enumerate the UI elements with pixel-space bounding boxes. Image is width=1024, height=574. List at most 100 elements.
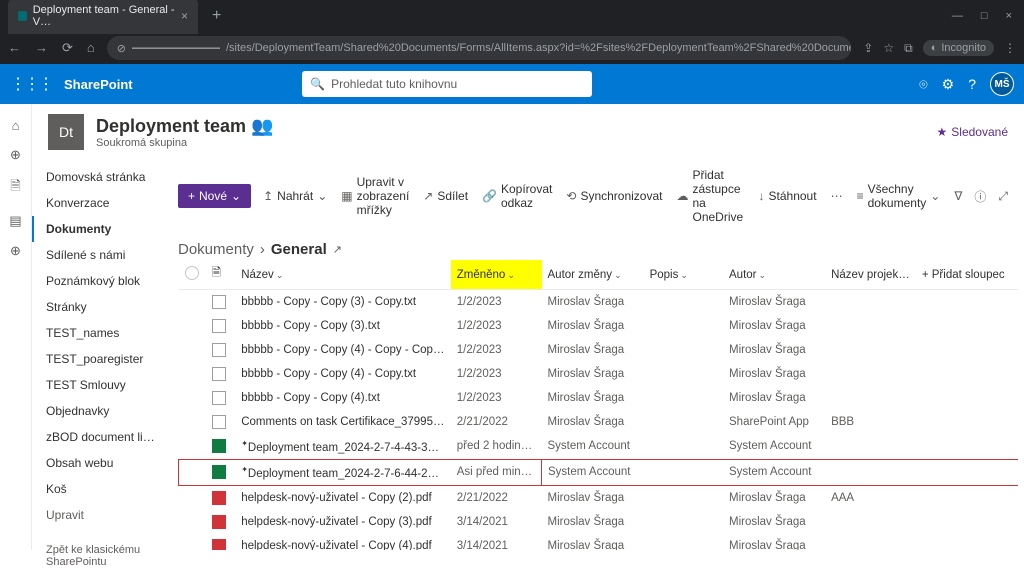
reload-icon[interactable]: ⟳ — [62, 40, 73, 56]
home-icon[interactable]: ⌂ — [87, 40, 95, 56]
col-type[interactable]: 🗎 — [206, 260, 235, 290]
globe-rail-icon[interactable]: ⊕ — [10, 147, 21, 163]
row-select[interactable] — [179, 534, 206, 550]
file-row[interactable]: bbbbb - Copy - Copy (4) - Copy.txt1/2/20… — [179, 362, 1019, 386]
file-name[interactable]: bbbbb - Copy - Copy (3).txt — [235, 314, 451, 338]
maximize-icon[interactable]: □ — [981, 10, 988, 22]
file-row[interactable]: Comments on task Certifikace_379954183.e… — [179, 410, 1019, 434]
expand-icon[interactable]: ⤢ — [998, 189, 1008, 204]
grid-edit-button[interactable]: ▦Upravit v zobrazení mřížky — [339, 171, 411, 221]
news-rail-icon[interactable]: ▤ — [9, 213, 21, 229]
user-avatar[interactable]: MŠ — [990, 72, 1014, 96]
file-row[interactable]: helpdesk-nový-uživatel - Copy (2).pdf2/2… — [179, 485, 1019, 510]
nav-item[interactable]: Obsah webu — [32, 450, 172, 476]
col-name[interactable]: Název⌄ — [235, 260, 451, 290]
close-window-icon[interactable]: × — [1006, 10, 1012, 22]
copy-link-button[interactable]: 🔗Kopírovat odkaz — [480, 178, 554, 214]
suite-search[interactable]: 🔍 Prohledat tuto knihovnu — [302, 71, 592, 97]
row-select[interactable] — [179, 510, 206, 534]
col-add[interactable]: + Přidat sloupec — [916, 260, 1018, 290]
upload-button[interactable]: ↥Nahrát⌄ — [261, 185, 329, 207]
home-rail-icon[interactable]: ⌂ — [12, 118, 20, 133]
col-project[interactable]: Název projektu⌄ — [825, 260, 916, 290]
address-bar[interactable]: ⊘ ———————— /sites/DeploymentTeam/Shared%… — [107, 36, 852, 60]
share-small-icon[interactable]: ↗ — [333, 243, 342, 256]
file-name[interactable]: bbbbb - Copy - Copy (3) - Copy.txt — [235, 290, 451, 315]
col-author[interactable]: Autor⌄ — [723, 260, 825, 290]
nav-edit[interactable]: Upravit — [32, 502, 172, 528]
breadcrumb-root[interactable]: Dokumenty — [178, 241, 254, 258]
site-logo[interactable]: Dt — [48, 114, 84, 150]
col-desc[interactable]: Popis⌄ — [644, 260, 723, 290]
download-button[interactable]: ↓Stáhnout — [757, 185, 819, 207]
suite-brand[interactable]: SharePoint — [64, 77, 133, 92]
row-select[interactable] — [179, 314, 206, 338]
info-icon[interactable]: ⓘ — [974, 188, 986, 205]
nav-item[interactable]: Dokumenty — [32, 216, 172, 242]
file-row[interactable]: bbbbb - Copy - Copy (3).txt1/2/2023Miros… — [179, 314, 1019, 338]
nav-item[interactable]: zBOD document library — [32, 424, 172, 450]
forward-icon[interactable]: → — [35, 40, 48, 56]
nav-item[interactable]: Konverzace — [32, 190, 172, 216]
share-button[interactable]: ↗Sdílet — [421, 185, 470, 207]
teams-chat-icon[interactable]: ⌾ — [919, 76, 927, 93]
row-select[interactable] — [179, 410, 206, 434]
minimize-icon[interactable]: — — [952, 10, 963, 22]
nav-item[interactable]: Koš — [32, 476, 172, 502]
nav-item[interactable]: Stránky — [32, 294, 172, 320]
back-icon[interactable]: ← — [8, 40, 21, 56]
row-select[interactable] — [179, 434, 206, 459]
file-name[interactable]: ✦Deployment team_2024-2-7-6-44-26_1.csv — [235, 459, 451, 485]
row-select[interactable] — [179, 290, 206, 315]
row-select[interactable] — [179, 386, 206, 410]
row-select[interactable] — [179, 485, 206, 510]
add-rail-icon[interactable]: ⊕ — [10, 243, 21, 259]
browser-tab[interactable]: Deployment team - General - V… × — [8, 0, 198, 34]
more-button[interactable]: ⋯ — [829, 185, 845, 207]
nav-item[interactable]: Domovská stránka — [32, 164, 172, 190]
nav-item[interactable]: TEST Smlouvy — [32, 372, 172, 398]
file-name[interactable]: bbbbb - Copy - Copy (4) - Copy - Copy.tx… — [235, 338, 451, 362]
close-tab-icon[interactable]: × — [181, 9, 188, 23]
teams-icon[interactable]: 👥 — [251, 116, 265, 130]
col-modified[interactable]: Změněno⌄ — [451, 260, 542, 290]
nav-classic-link[interactable]: Zpět ke klasickému SharePointu — [32, 538, 172, 574]
file-row[interactable]: helpdesk-nový-uživatel - Copy (4).pdf3/1… — [179, 534, 1019, 550]
row-select[interactable] — [179, 362, 206, 386]
site-title[interactable]: Deployment team — [96, 116, 246, 136]
new-button[interactable]: + Nové ⌄ — [178, 184, 251, 208]
files-rail-icon[interactable]: 🗎 — [10, 177, 20, 199]
file-name[interactable]: Comments on task Certifikace_379954183.e… — [235, 410, 451, 434]
view-selector[interactable]: ≡Všechny dokumenty⌄ — [855, 178, 943, 214]
file-name[interactable]: helpdesk-nový-uživatel - Copy (3).pdf — [235, 510, 451, 534]
help-icon[interactable]: ? — [968, 76, 976, 92]
file-name[interactable]: bbbbb - Copy - Copy (4).txt — [235, 386, 451, 410]
file-row[interactable]: helpdesk-nový-uživatel - Copy (3).pdf3/1… — [179, 510, 1019, 534]
nav-item[interactable]: TEST_names — [32, 320, 172, 346]
file-row[interactable]: bbbbb - Copy - Copy (4).txt1/2/2023Miros… — [179, 386, 1019, 410]
file-row[interactable]: ✦Deployment team_2024-2-7-6-44-26_1.csvA… — [179, 459, 1019, 485]
new-tab-button[interactable]: + — [204, 7, 229, 25]
file-row[interactable]: bbbbb - Copy - Copy (3) - Copy.txt1/2/20… — [179, 290, 1019, 315]
app-launcher-icon[interactable]: ⋮⋮⋮ — [10, 74, 52, 94]
file-name[interactable]: ✦Deployment team_2024-2-7-4-43-37_1.csv — [235, 434, 451, 459]
row-select[interactable] — [179, 338, 206, 362]
settings-gear-icon[interactable]: ⚙ — [942, 76, 955, 93]
filter-icon[interactable]: ∇ — [954, 189, 962, 203]
file-row[interactable]: ✦Deployment team_2024-2-7-4-43-37_1.csvp… — [179, 434, 1019, 459]
onedrive-shortcut-button[interactable]: ☁Přidat zástupce na OneDrive — [674, 164, 746, 228]
browser-menu-icon[interactable]: ⋮ — [1004, 41, 1016, 55]
extensions-icon[interactable]: ⧉ — [904, 41, 913, 56]
sync-button[interactable]: ⟲Synchronizovat — [564, 185, 664, 207]
col-modified-by[interactable]: Autor změny⌄ — [542, 260, 644, 290]
follow-button[interactable]: ★ Sledované — [937, 125, 1008, 139]
bookmark-icon[interactable]: ☆ — [883, 41, 894, 55]
nav-item[interactable]: Sdílené s námi — [32, 242, 172, 268]
row-select[interactable] — [179, 459, 206, 485]
file-name[interactable]: helpdesk-nový-uživatel - Copy (2).pdf — [235, 485, 451, 510]
nav-item[interactable]: TEST_poaregister — [32, 346, 172, 372]
nav-item[interactable]: Objednavky — [32, 398, 172, 424]
file-name[interactable]: bbbbb - Copy - Copy (4) - Copy.txt — [235, 362, 451, 386]
file-name[interactable]: helpdesk-nový-uživatel - Copy (4).pdf — [235, 534, 451, 550]
file-row[interactable]: bbbbb - Copy - Copy (4) - Copy - Copy.tx… — [179, 338, 1019, 362]
